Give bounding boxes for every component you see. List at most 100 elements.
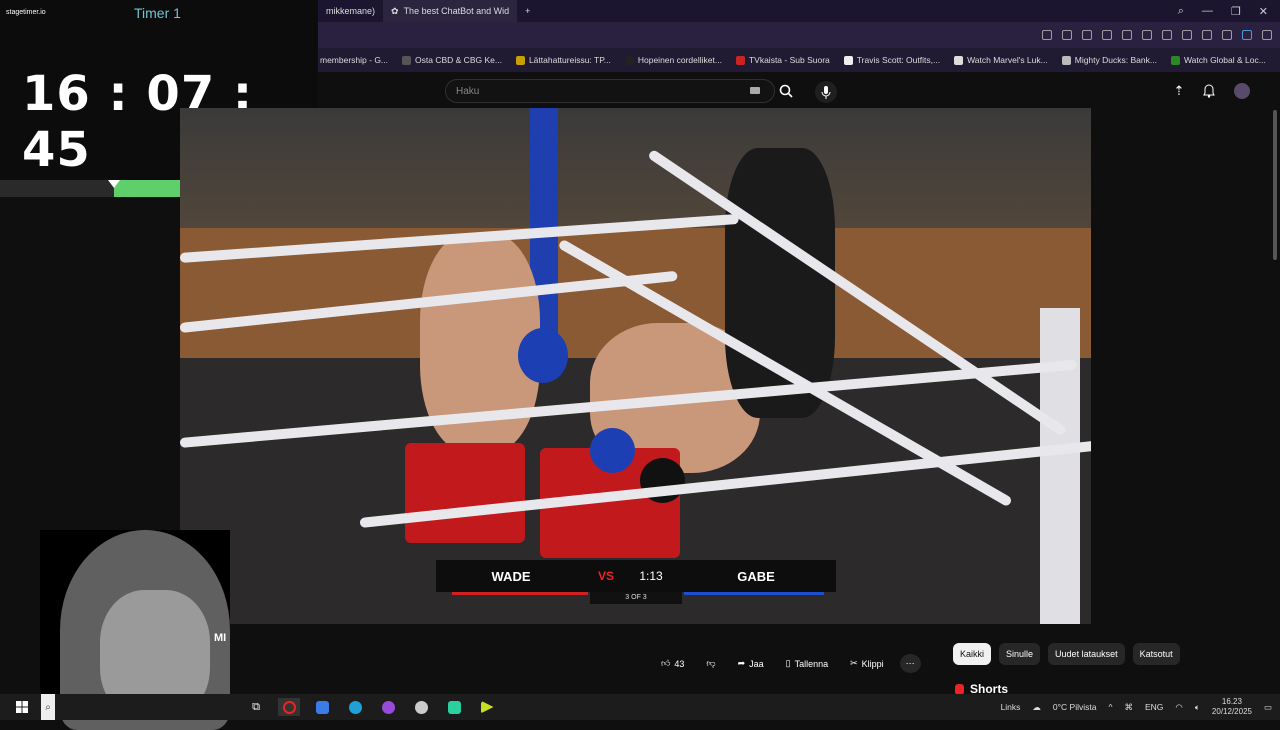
close-button[interactable]: ✕ <box>1259 5 1268 18</box>
network-icon[interactable]: ⌘ <box>1124 702 1133 713</box>
task-view-button[interactable]: ⧉ <box>245 698 267 716</box>
bookmark[interactable]: Mighty Ducks: Bank... <box>1061 55 1157 65</box>
avatar[interactable] <box>1234 83 1250 99</box>
opera-gx-button[interactable] <box>278 698 300 716</box>
round-clock: 1:13 <box>639 569 663 583</box>
minimize-button[interactable]: — <box>1202 5 1213 18</box>
browser-tab-active[interactable]: ✿ The best ChatBot and Wid <box>383 0 518 22</box>
language-indicator[interactable]: ENG <box>1145 702 1163 712</box>
app-button[interactable] <box>377 698 399 716</box>
stagetimer-logo: stagetimer.io <box>6 9 46 16</box>
bookmark[interactable]: Hopeinen cordelliket... <box>624 55 722 65</box>
video-player[interactable] <box>180 108 1091 624</box>
bookmark-label: Watch Marvel's Luk... <box>967 55 1048 65</box>
shorts-icon <box>955 683 964 695</box>
more-actions-button[interactable]: ⋯ <box>899 654 921 673</box>
restore-button[interactable]: ❐ <box>1231 5 1241 18</box>
bookmarks-bar: membership - G... Osta CBD & CBG Ke... L… <box>318 48 1280 72</box>
extension-icon[interactable] <box>1242 30 1252 40</box>
bookmark[interactable]: TVkaista - Sub Suora <box>735 55 830 65</box>
search-placeholder: Haku <box>456 85 480 97</box>
bookmark-label: Hopeinen cordelliket... <box>637 55 722 65</box>
microphone-icon <box>821 85 831 99</box>
clock[interactable]: 16.23 20/12/2025 <box>1212 697 1252 717</box>
shield-icon[interactable] <box>1102 30 1112 40</box>
download-icon[interactable] <box>1182 30 1192 40</box>
home-icon[interactable] <box>1082 30 1092 40</box>
wifi-icon[interactable]: ◠ <box>1175 702 1182 713</box>
video-actions: 👍︎ 43 👎︎ ➦ Jaa ▯ Tallenna ✂ Klippi ⋯ <box>655 654 921 673</box>
share-button[interactable]: ➦ Jaa <box>732 654 770 673</box>
timer-progress-marker <box>108 180 120 188</box>
round-indicator: 3 OF 3 <box>590 592 682 604</box>
tab-label: mikkemane) <box>326 6 376 16</box>
share-label: Jaa <box>749 658 764 669</box>
bookmark-label: Mighty Ducks: Bank... <box>1074 55 1157 65</box>
voice-search-button[interactable] <box>815 81 837 103</box>
search-button[interactable] <box>772 79 800 103</box>
settings-icon[interactable] <box>1262 30 1272 40</box>
play-icon[interactable] <box>1142 30 1152 40</box>
weather-icon[interactable]: ☁ <box>1032 702 1041 713</box>
search-icon[interactable] <box>1042 30 1052 40</box>
boxing-glove <box>518 328 568 383</box>
keyboard-icon[interactable] <box>750 87 760 94</box>
system-tray: Links ☁ 0°C Pilvista ^ ⌘ ENG ◠ 🔈︎ 16.23 … <box>1001 694 1272 720</box>
task-view-icon: ⧉ <box>252 700 260 713</box>
links-toolbar[interactable]: Links <box>1001 702 1021 712</box>
bookmark-favicon <box>843 55 853 65</box>
bookmark[interactable]: membership - G... <box>320 55 388 65</box>
left-fighter-color-bar <box>452 592 588 595</box>
app-button[interactable] <box>476 698 498 716</box>
chip-new-uploads[interactable]: Uudet lataukset <box>1048 643 1125 665</box>
like-button[interactable]: 👍︎ 43 <box>655 654 690 673</box>
app-button[interactable] <box>410 698 432 716</box>
browser-toolbar <box>318 22 1280 48</box>
boxing-glove <box>590 428 635 473</box>
chip-all[interactable]: Kaikki <box>953 643 992 665</box>
upload-icon[interactable]: ⇡ <box>1171 83 1187 99</box>
bookmark-label: Watch Global & Loc... <box>1183 55 1266 65</box>
vpn-icon[interactable] <box>1122 30 1132 40</box>
search-button[interactable]: ⌕ <box>41 694 55 720</box>
bookmark-favicon <box>624 55 634 65</box>
globe-icon <box>402 55 412 65</box>
chip-watched[interactable]: Katsotut <box>1132 643 1180 665</box>
dislike-button[interactable]: 👎︎ <box>700 654 721 673</box>
app-icon <box>315 700 329 714</box>
search-tabs-icon[interactable]: ⌕ <box>1178 5 1184 18</box>
edit-icon[interactable] <box>1062 30 1072 40</box>
profile-icon[interactable] <box>1222 30 1232 40</box>
bookmark[interactable]: Travis Scott: Outfits,... <box>843 55 940 65</box>
bookmark-favicon <box>954 55 964 65</box>
app-button[interactable] <box>443 698 465 716</box>
edge-button[interactable] <box>344 698 366 716</box>
search-icon <box>779 84 793 98</box>
heart-icon[interactable] <box>1162 30 1172 40</box>
menu-icon[interactable] <box>1202 30 1212 40</box>
bookmark[interactable]: Watch Marvel's Luk... <box>954 55 1048 65</box>
browser-tab[interactable]: mikkemane) <box>318 0 383 22</box>
chevron-up-icon[interactable]: ^ <box>1108 702 1112 712</box>
channel-name-fragment[interactable]: MI <box>214 632 226 644</box>
bookmark[interactable]: Lättahattureissu: TP... <box>515 55 611 65</box>
scrollbar[interactable] <box>1273 110 1277 260</box>
chip-for-you[interactable]: Sinulle <box>999 643 1041 665</box>
clip-button[interactable]: ✂ Klippi <box>844 654 890 673</box>
bookmark[interactable]: Watch Global & Loc... <box>1170 55 1266 65</box>
app-button[interactable] <box>311 698 333 716</box>
new-tab-button[interactable]: + <box>517 0 538 22</box>
bell-icon[interactable] <box>1201 83 1217 99</box>
bookmark-label: Osta CBD & CBG Ke... <box>415 55 502 65</box>
clip-label: Klippi <box>861 658 884 669</box>
opera-icon <box>282 700 296 714</box>
more-icon: ⋯ <box>905 658 915 668</box>
save-button[interactable]: ▯ Tallenna <box>780 654 834 673</box>
search-input[interactable]: Haku <box>445 79 775 103</box>
weather-text[interactable]: 0°C Pilvista <box>1053 702 1097 712</box>
notification-icon[interactable]: ▭ <box>1264 702 1272 713</box>
start-button[interactable] <box>11 698 33 716</box>
search-icon: ⌕ <box>45 701 51 713</box>
volume-icon[interactable]: 🔈︎ <box>1195 702 1200 713</box>
bookmark[interactable]: Osta CBD & CBG Ke... <box>402 55 502 65</box>
